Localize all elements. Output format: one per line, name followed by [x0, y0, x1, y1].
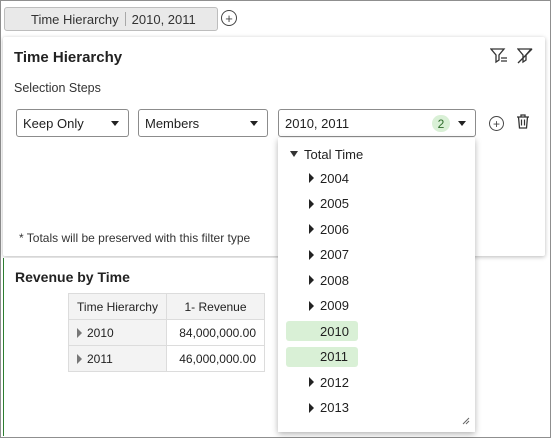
expand-icon[interactable]: [77, 328, 82, 339]
tree-root-total-time[interactable]: Total Time: [290, 142, 363, 166]
revenue-cell: 46,000,000.00: [166, 345, 265, 372]
expand-icon[interactable]: [309, 377, 314, 387]
trash-icon[interactable]: [516, 114, 530, 132]
report-view: Revenue by Time Time Hierarchy 1- Revenu…: [3, 258, 278, 436]
revenue-cell: 84,000,000.00: [166, 319, 265, 346]
tree-item-label: 2005: [320, 196, 349, 211]
tree-item-2012[interactable]: 2012: [278, 370, 475, 394]
tree-item-label: 2013: [320, 400, 349, 415]
clear-filter-icon[interactable]: [517, 48, 533, 64]
row-member-label: 2011: [87, 351, 113, 366]
tree-item-label: 2009: [320, 298, 349, 313]
add-filter-icon[interactable]: +: [221, 10, 237, 26]
tree-item-2010[interactable]: 2010: [278, 319, 475, 343]
chip-drag-handle[interactable]: [5, 8, 25, 30]
chevron-down-icon: [458, 121, 466, 126]
tree-item-label: 2006: [320, 221, 349, 237]
column-header[interactable]: 1- Revenue: [166, 293, 265, 320]
table-row: 2010 84,000,000.00: [68, 319, 265, 346]
resize-grip-icon[interactable]: [462, 413, 470, 428]
chevron-down-icon: [111, 121, 119, 126]
expand-icon[interactable]: [309, 275, 314, 285]
expand-icon[interactable]: [309, 300, 314, 311]
members-dropdown: Total Time 2004 2005 2006 2007 2008 2009 2010 2…: [278, 138, 475, 432]
tree-item-2009[interactable]: 2009: [278, 294, 475, 318]
tree-item-2011[interactable]: 2011: [278, 345, 475, 369]
tree-item-2006[interactable]: 2006: [278, 217, 475, 241]
totals-note: * Totals will be preserved with this fil…: [19, 231, 251, 245]
expand-icon[interactable]: [309, 351, 314, 362]
tree-item-2013[interactable]: 2013: [278, 396, 475, 420]
row-member-cell[interactable]: 2010: [68, 319, 167, 346]
expand-icon[interactable]: [309, 173, 314, 183]
tree-item-2008[interactable]: 2008: [278, 268, 475, 292]
selection-steps-label: Selection Steps: [14, 81, 101, 95]
tree-root-label: Total Time: [304, 146, 364, 162]
selected-count-badge: 2: [432, 115, 450, 132]
column-header[interactable]: Time Hierarchy: [68, 293, 167, 320]
expand-icon[interactable]: [309, 198, 314, 209]
expand-icon[interactable]: [309, 326, 314, 336]
tree-item-2004[interactable]: 2004: [278, 166, 475, 190]
tree-item-label: 2004: [320, 170, 349, 186]
expand-icon[interactable]: [309, 249, 314, 260]
chip-value: 2010, 2011: [131, 11, 196, 27]
expand-icon[interactable]: [309, 224, 314, 234]
filter-settings-icon[interactable]: [490, 48, 508, 64]
step-type-select[interactable]: Members: [138, 109, 268, 137]
add-step-icon[interactable]: +: [489, 116, 504, 131]
tree-item-label: 2008: [320, 272, 349, 288]
chevron-down-icon: [250, 121, 258, 126]
filter-chip-time-hierarchy[interactable]: Time Hierarchy 2010, 2011: [4, 7, 218, 31]
action-select-value: Keep Only: [23, 115, 84, 131]
tree-item-label: 2007: [320, 247, 349, 262]
tree-item-label: 2011: [320, 349, 348, 364]
tree-item-2005[interactable]: 2005: [278, 192, 475, 216]
members-select[interactable]: 2010, 2011 2: [278, 109, 476, 137]
tree-item-label: 2010: [320, 323, 349, 339]
chip-name: Time Hierarchy: [31, 11, 119, 27]
table-row: 2011 46,000,000.00: [68, 345, 265, 372]
expand-icon[interactable]: [309, 402, 314, 413]
pivot-table: Time Hierarchy 1- Revenue 2010 84,000,00…: [68, 293, 265, 372]
tree-item-label: 2012: [320, 374, 349, 390]
row-member-cell[interactable]: 2011: [68, 345, 167, 372]
collapse-icon[interactable]: [290, 151, 298, 157]
table-header-row: Time Hierarchy 1- Revenue: [68, 293, 265, 320]
tree-item-2007[interactable]: 2007: [278, 243, 475, 267]
panel-title: Time Hierarchy: [14, 49, 123, 66]
step-type-value: Members: [145, 115, 200, 131]
action-select[interactable]: Keep Only: [16, 109, 129, 137]
expand-icon[interactable]: [77, 354, 82, 365]
members-select-value: 2010, 2011: [285, 115, 350, 131]
report-title: Revenue by Time: [15, 269, 130, 285]
row-member-label: 2010: [87, 325, 114, 340]
